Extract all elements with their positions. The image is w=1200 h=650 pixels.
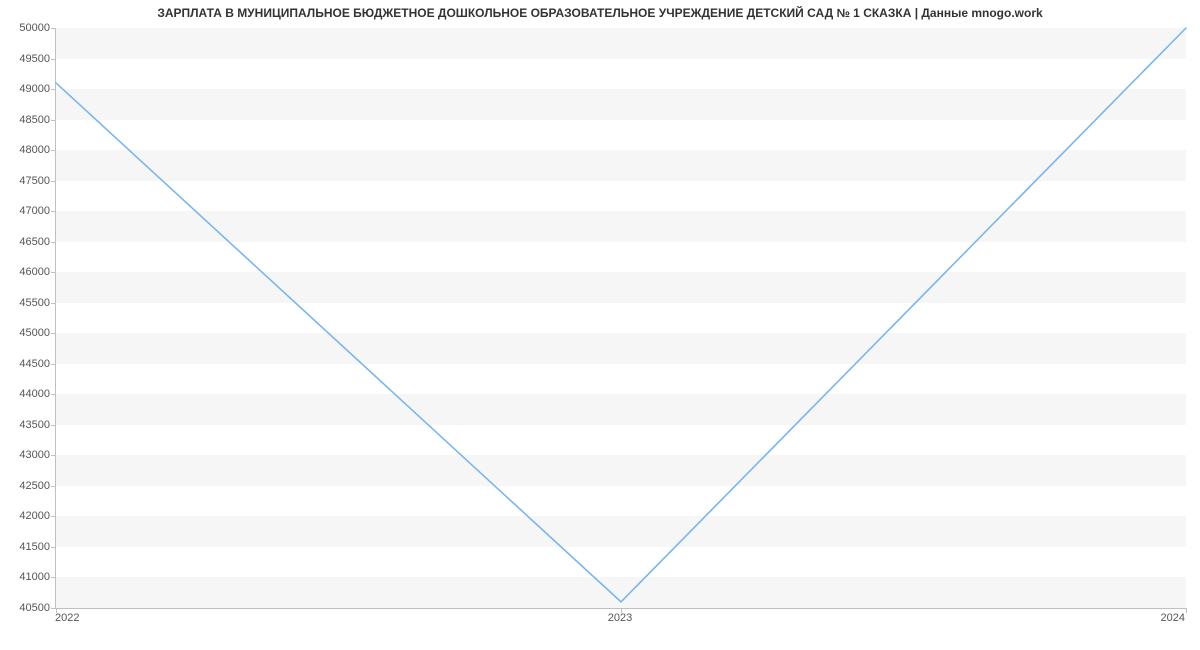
- y-tick-mark: [51, 211, 56, 212]
- x-tick-label: 2023: [608, 612, 632, 624]
- plot-area: [55, 28, 1186, 609]
- y-tick-label: 49000: [6, 83, 50, 95]
- y-tick-mark: [51, 59, 56, 60]
- y-tick-label: 46000: [6, 266, 50, 278]
- y-tick-label: 44000: [6, 388, 50, 400]
- y-tick-label: 45000: [6, 327, 50, 339]
- y-tick-mark: [51, 150, 56, 151]
- y-tick-label: 41000: [6, 571, 50, 583]
- y-tick-mark: [51, 89, 56, 90]
- y-tick-mark: [51, 394, 56, 395]
- y-tick-mark: [51, 547, 56, 548]
- y-tick-label: 47000: [6, 205, 50, 217]
- y-tick-label: 46500: [6, 236, 50, 248]
- line-chart: ЗАРПЛАТА В МУНИЦИПАЛЬНОЕ БЮДЖЕТНОЕ ДОШКО…: [0, 0, 1200, 650]
- x-tick-label: 2024: [1161, 612, 1185, 624]
- y-tick-mark: [51, 455, 56, 456]
- y-tick-label: 48500: [6, 114, 50, 126]
- series-line: [56, 28, 1186, 602]
- y-tick-mark: [51, 181, 56, 182]
- y-tick-mark: [51, 28, 56, 29]
- y-tick-label: 45500: [6, 297, 50, 309]
- y-tick-label: 44500: [6, 358, 50, 370]
- y-tick-label: 48000: [6, 144, 50, 156]
- y-tick-mark: [51, 120, 56, 121]
- y-tick-label: 43000: [6, 449, 50, 461]
- y-tick-mark: [51, 516, 56, 517]
- y-tick-mark: [51, 364, 56, 365]
- y-tick-mark: [51, 242, 56, 243]
- y-tick-label: 50000: [6, 22, 50, 34]
- x-tick-mark: [1186, 608, 1187, 613]
- y-tick-mark: [51, 272, 56, 273]
- y-tick-label: 43500: [6, 419, 50, 431]
- series-layer: [56, 28, 1186, 608]
- y-tick-mark: [51, 577, 56, 578]
- y-tick-mark: [51, 425, 56, 426]
- y-tick-mark: [51, 333, 56, 334]
- y-tick-label: 40500: [6, 602, 50, 614]
- y-tick-label: 42000: [6, 510, 50, 522]
- x-tick-label: 2022: [55, 612, 79, 624]
- y-tick-mark: [51, 303, 56, 304]
- y-tick-label: 47500: [6, 175, 50, 187]
- y-tick-mark: [51, 486, 56, 487]
- y-tick-label: 42500: [6, 480, 50, 492]
- chart-title: ЗАРПЛАТА В МУНИЦИПАЛЬНОЕ БЮДЖЕТНОЕ ДОШКО…: [0, 6, 1200, 20]
- y-tick-label: 49500: [6, 53, 50, 65]
- y-tick-label: 41500: [6, 541, 50, 553]
